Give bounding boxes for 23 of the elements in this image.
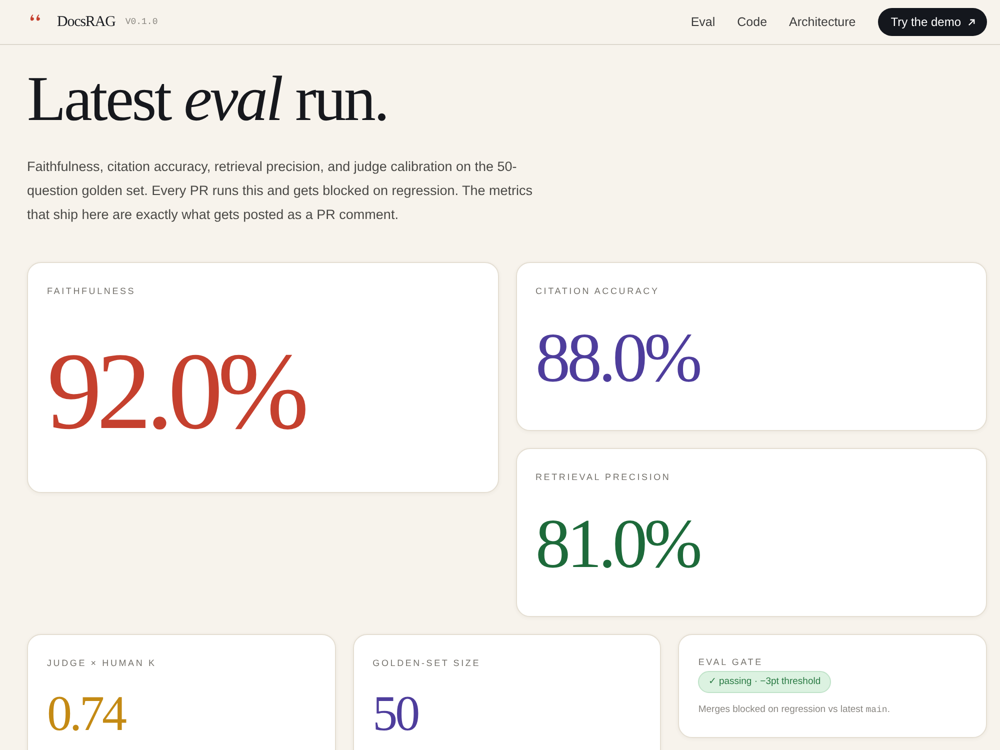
metric-label: CITATION ACCURACY (536, 285, 660, 297)
gate-label: EVAL GATE (698, 656, 764, 668)
quote-icon (30, 14, 42, 20)
status-badge: ✓ passing · −3pt threshold (698, 671, 831, 693)
intro-paragraph: Faithfulness, citation accuracy, retrieval precision, and judge calibration on the 50-question golden set. Every PR runs this and gets blocked on regression. The metrics that ship here are exactly what gets posted as a PR comment. (27, 158, 534, 224)
metric-value: 81.0% (536, 510, 700, 580)
nav-link[interactable]: Eval (690, 15, 716, 29)
logo-text[interactable]: DocsRAG (57, 14, 118, 30)
gate-note: Merges blocked on regression vs latest main. (698, 703, 891, 717)
nav-link[interactable]: Code (737, 15, 768, 29)
try-demo-button[interactable]: Try the demo (878, 8, 987, 36)
page-title: Latest eval run. (27, 67, 388, 131)
metric-value: 0.74 (47, 688, 126, 738)
nav-link[interactable]: Architecture (789, 15, 856, 29)
version-label: V0.1.0 (125, 17, 158, 27)
metric-label: RETRIEVAL PRECISION (536, 471, 672, 483)
metric-label: JUDGE × HUMAN K (47, 657, 158, 669)
arrow-icon (968, 18, 975, 26)
metric-value: 50 (372, 688, 420, 738)
metric-value: 88.0% (536, 324, 700, 394)
metric-label: FAITHFULNESS (47, 285, 137, 297)
metric-label: GOLDEN-SET SIZE (372, 657, 482, 669)
metric-value: 92.0% (47, 336, 306, 446)
